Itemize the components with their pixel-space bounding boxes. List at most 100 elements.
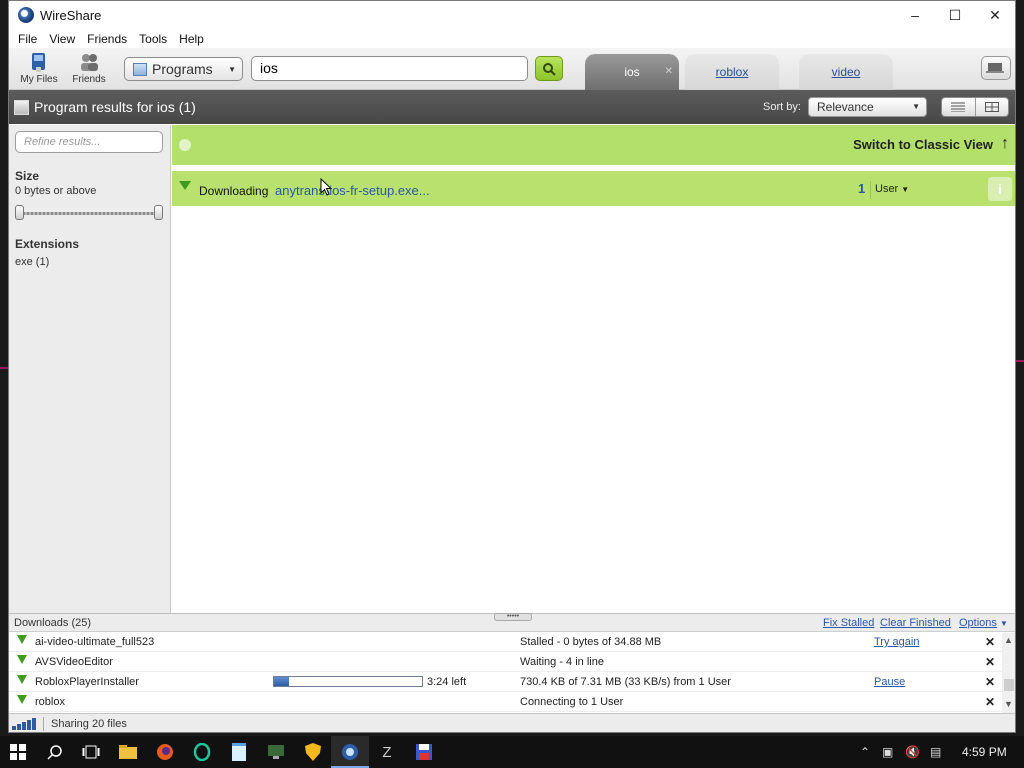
mouse-cursor-icon xyxy=(320,178,332,196)
program-results-icon xyxy=(14,99,29,115)
slider-max-handle[interactable] xyxy=(154,205,163,220)
scroll-down-icon[interactable]: ▼ xyxy=(1004,699,1013,709)
remote-desktop-icon[interactable] xyxy=(267,743,285,761)
download-arrow-icon xyxy=(17,695,27,704)
save-disk-icon[interactable] xyxy=(415,743,433,761)
options-label: Options xyxy=(959,617,997,629)
downloads-title: Downloads (25) xyxy=(14,617,92,629)
search-field[interactable] xyxy=(251,56,528,81)
sort-select[interactable]: Relevance ▼ xyxy=(808,97,927,117)
minimize-button[interactable]: – xyxy=(895,1,935,29)
file-explorer-icon[interactable] xyxy=(119,743,137,761)
search-input[interactable] xyxy=(260,60,519,76)
task-view-icon[interactable] xyxy=(82,743,100,761)
tab-video[interactable]: video xyxy=(799,54,893,90)
resize-grip[interactable]: ••••• xyxy=(494,613,532,621)
info-icon[interactable]: i xyxy=(988,177,1012,201)
slider-min-handle[interactable] xyxy=(15,205,24,220)
tab-ios[interactable]: ios ✕ xyxy=(585,54,679,90)
network-icon[interactable]: ▣ xyxy=(882,745,893,759)
device-menu-button[interactable] xyxy=(981,56,1011,80)
switch-classic-view-link[interactable]: Switch to Classic View xyxy=(853,137,993,152)
remove-download-icon[interactable]: ✕ xyxy=(985,675,995,689)
scroll-up-icon[interactable]: ▲ xyxy=(1004,635,1013,645)
tray-chevron-up-icon[interactable]: ⌃ xyxy=(860,745,870,759)
download-status: Connecting to 1 User xyxy=(520,696,624,708)
result-filename-link[interactable]: anytrans-ios-fr-setup.exe... xyxy=(275,183,430,198)
notepad-icon[interactable] xyxy=(230,743,248,761)
scroll-thumb[interactable] xyxy=(1004,679,1014,691)
sort-label: Sort by: xyxy=(763,101,801,113)
grid-view-button[interactable] xyxy=(974,98,1008,116)
category-select-value: Programs xyxy=(152,61,213,77)
download-row[interactable]: roblox Connecting to 1 User ✕ xyxy=(9,692,1015,712)
grid-view-icon xyxy=(984,102,999,112)
friends-button[interactable]: Friends xyxy=(65,51,113,89)
downloads-header: Downloads (25) ••••• Fix Stalled Clear F… xyxy=(9,613,1015,632)
close-button[interactable]: ✕ xyxy=(975,1,1015,29)
filter-sidebar: Refine results... Size 0 bytes or above … xyxy=(9,125,171,613)
toolbar: My Files Friends Programs ▼ ios ✕ xyxy=(9,48,1015,90)
my-files-label: My Files xyxy=(20,74,58,85)
view-toggle xyxy=(941,97,1009,117)
extension-filter-exe[interactable]: exe (1) xyxy=(15,256,164,268)
refine-input[interactable]: Refine results... xyxy=(15,131,163,153)
search-button[interactable] xyxy=(535,56,563,81)
shield-app-icon[interactable] xyxy=(304,743,322,761)
sharing-status[interactable]: Sharing 20 files xyxy=(51,718,127,730)
remove-download-icon[interactable]: ✕ xyxy=(985,655,995,669)
close-banner-icon[interactable] xyxy=(179,139,191,151)
download-progress-bar xyxy=(273,676,423,687)
chevron-down-icon: ▼ xyxy=(228,64,236,74)
connection-strength-icon[interactable] xyxy=(12,718,38,730)
user-dropdown[interactable]: User ▼ xyxy=(875,183,909,195)
result-row[interactable]: Downloading anytrans-ios-fr-setup.exe...… xyxy=(172,171,1015,206)
size-slider[interactable] xyxy=(15,205,163,221)
action-center-icon[interactable]: ▤ xyxy=(930,745,941,759)
pause-link[interactable]: Pause xyxy=(874,676,905,688)
firefox-icon[interactable] xyxy=(156,743,174,761)
category-select[interactable]: Programs ▼ xyxy=(124,57,243,81)
download-name: roblox xyxy=(35,696,65,708)
download-row[interactable]: ai-video-ultimate_full523 Stalled - 0 by… xyxy=(9,632,1015,652)
clear-finished-link[interactable]: Clear Finished xyxy=(880,617,951,629)
download-row[interactable]: AVSVideoEditor Waiting - 4 in line ✕ xyxy=(9,652,1015,672)
status-bar: Sharing 20 files xyxy=(9,713,1015,732)
remove-download-icon[interactable]: ✕ xyxy=(985,635,995,649)
my-files-button[interactable]: My Files xyxy=(15,51,63,89)
tab-roblox[interactable]: roblox xyxy=(685,54,779,90)
window-title: WireShare xyxy=(40,7,102,23)
chevron-down-icon: ▼ xyxy=(901,185,910,194)
windows-start-icon[interactable] xyxy=(9,743,27,761)
menu-view[interactable]: View xyxy=(43,32,81,46)
desktop: WireShare – ☐ ✕ File View Friends Tools … xyxy=(0,0,1024,768)
results-title: Program results for ios (1) xyxy=(34,99,196,115)
close-tab-icon[interactable]: ✕ xyxy=(665,66,673,77)
friends-label: Friends xyxy=(72,74,106,85)
options-menu[interactable]: Options ▼ xyxy=(959,617,1008,629)
search-icon[interactable] xyxy=(46,743,64,761)
menu-file[interactable]: File xyxy=(12,32,43,46)
fix-stalled-link[interactable]: Fix Stalled xyxy=(823,617,874,629)
list-view-button[interactable] xyxy=(942,98,975,116)
try-again-link[interactable]: Try again xyxy=(874,636,919,648)
menu-friends[interactable]: Friends xyxy=(81,32,133,46)
extensions-heading: Extensions xyxy=(15,237,80,251)
download-row[interactable]: RobloxPlayerInstaller 3:24 left 730.4 KB… xyxy=(9,672,1015,692)
remove-download-icon[interactable]: ✕ xyxy=(985,695,995,709)
download-arrow-icon xyxy=(179,181,191,190)
menu-help[interactable]: Help xyxy=(173,32,210,46)
menu-tools[interactable]: Tools xyxy=(133,32,173,46)
menu-bar: File View Friends Tools Help xyxy=(9,29,1015,48)
zotero-icon[interactable]: Z xyxy=(378,743,396,761)
source-count: 1 xyxy=(858,181,872,199)
results-content: Switch to Classic View ↑ Downloading any… xyxy=(172,125,1015,613)
maximize-button[interactable]: ☐ xyxy=(935,1,975,29)
device-icon xyxy=(986,63,1004,73)
taskbar-clock[interactable]: 4:59 PM xyxy=(962,745,1007,759)
program-category-icon xyxy=(133,62,147,76)
downloads-scrollbar[interactable]: ▲ ▼ xyxy=(1002,633,1015,713)
opera-icon[interactable] xyxy=(193,743,211,761)
volume-muted-icon[interactable]: 🔇 xyxy=(905,745,920,759)
wireshare-logo-icon xyxy=(18,7,34,23)
